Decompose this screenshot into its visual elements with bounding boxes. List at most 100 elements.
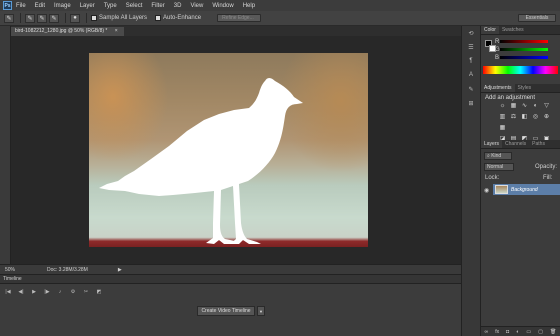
add-to-selection-icon[interactable]: ✎ <box>37 13 47 23</box>
type-icon[interactable]: ¶ <box>465 58 477 68</box>
levels-icon[interactable]: ▦ <box>510 103 517 110</box>
menu-select[interactable]: Select <box>126 3 143 9</box>
black-white-icon[interactable]: ◧ <box>521 114 528 121</box>
tools-panel <box>0 26 11 274</box>
properties-icon[interactable]: ☰ <box>465 44 477 54</box>
first-frame-icon[interactable]: |◀ <box>3 288 13 296</box>
tab-adjustments[interactable]: Adjustments <box>481 84 515 92</box>
document-tab[interactable]: bird-1082212_1280.jpg @ 50% (RGB/8) * × <box>11 27 124 36</box>
menu-layer[interactable]: Layer <box>80 3 95 9</box>
layer-row-background[interactable]: Background <box>493 184 560 195</box>
right-panels: Color Swatches R G B Adjustments Styles … <box>481 26 560 336</box>
menu-image[interactable]: Image <box>54 3 71 9</box>
settings-icon[interactable]: ⚙ <box>68 288 78 296</box>
sample-all-layers-label: Sample All Layers <box>99 15 148 21</box>
brush-size-icon[interactable]: ● <box>70 13 80 23</box>
audio-icon[interactable]: ♪ <box>55 288 65 296</box>
opacity-label: Opacity: <box>535 164 558 170</box>
trash-icon[interactable]: 🗑 <box>550 329 556 335</box>
sample-all-layers-checkbox[interactable] <box>91 15 97 21</box>
exposure-icon[interactable]: ◐ <box>532 103 539 110</box>
document-tab-bar: bird-1082212_1280.jpg @ 50% (RGB/8) * × <box>11 26 461 36</box>
menu-view[interactable]: View <box>190 3 203 9</box>
photo-filter-icon[interactable]: ◎ <box>532 114 539 121</box>
layer-name: Background <box>511 186 538 193</box>
tab-paths[interactable]: Paths <box>529 140 548 148</box>
color-panel-tabs: Color Swatches <box>481 26 560 35</box>
tab-layers[interactable]: Layers <box>481 140 503 148</box>
split-icon[interactable]: ✂ <box>81 288 91 296</box>
new-selection-icon[interactable]: ✎ <box>25 13 35 23</box>
layers-footer: ∞ fx ◘ ◐ ▭ ▢ 🗑 <box>481 326 560 336</box>
panel-dock: ⟲ ☰ ¶ A ✎ ⊞ <box>461 26 481 336</box>
vibrance-icon[interactable]: ▽ <box>543 103 550 110</box>
paragraph-icon[interactable]: A <box>465 72 477 82</box>
divider <box>20 13 21 23</box>
previous-frame-icon[interactable]: ◀| <box>16 288 26 296</box>
kind-filter-label: Kind <box>491 153 502 159</box>
blend-mode-label: Normal <box>487 164 504 170</box>
green-slider[interactable] <box>500 48 548 51</box>
menu-filter[interactable]: Filter <box>151 3 164 9</box>
refine-edge-button[interactable]: Refine Edge... <box>217 14 262 22</box>
new-layer-icon[interactable]: ▢ <box>538 329 543 335</box>
options-bar: ✎ ✎ ✎ ✎ ● Sample All Layers Auto-Enhance… <box>0 11 560 26</box>
subtract-from-selection-icon[interactable]: ✎ <box>49 13 59 23</box>
auto-enhance-checkbox[interactable] <box>155 15 162 21</box>
adjustment-layer-icon[interactable]: ◐ <box>516 329 519 335</box>
menu-3d[interactable]: 3D <box>174 3 182 9</box>
lock-label: Lock: <box>485 175 500 181</box>
brush-icon[interactable]: ✎ <box>465 86 477 96</box>
close-icon[interactable]: × <box>115 28 118 34</box>
curves-icon[interactable]: ∿ <box>521 103 528 110</box>
timeline-title: Timeline <box>3 276 22 282</box>
menu-window[interactable]: Window <box>212 3 233 9</box>
create-video-timeline-button[interactable]: Create Video Timeline <box>197 306 255 316</box>
layer-thumbnail <box>495 185 508 194</box>
color-spectrum[interactable] <box>483 66 558 74</box>
brightness-icon[interactable]: ☼ <box>499 103 506 110</box>
history-icon[interactable]: ⟲ <box>465 30 477 40</box>
menu-file[interactable]: File <box>16 3 26 9</box>
channel-mixer-icon[interactable]: ⊕ <box>543 114 550 121</box>
next-frame-icon[interactable]: |▶ <box>42 288 52 296</box>
folder-icon[interactable]: ▭ <box>526 329 531 335</box>
status-menu-arrow-icon[interactable]: ▶ <box>118 267 122 273</box>
divider <box>65 13 66 23</box>
quick-selection-tool-icon[interactable]: ✎ <box>4 13 14 23</box>
color-balance-icon[interactable]: ⚖ <box>510 114 517 121</box>
document-info: Doc: 3.28M/3.28M <box>47 266 88 273</box>
menu-help[interactable]: Help <box>243 3 255 9</box>
chevron-down-icon[interactable]: ▼ <box>257 306 265 316</box>
blend-mode-dropdown[interactable]: Normal <box>484 163 514 171</box>
timeline-panel: Timeline |◀ ◀| ▶ |▶ ♪ ⚙ ✂ ◩ <box>0 274 461 336</box>
zoom-level[interactable]: 50% <box>5 267 33 273</box>
blue-slider[interactable] <box>500 56 548 59</box>
search-icon: ⌕ <box>487 153 490 159</box>
red-slider[interactable] <box>500 40 548 43</box>
color-lookup-icon[interactable]: ▦ <box>499 125 506 132</box>
workspace-switcher[interactable]: Essentials <box>518 14 556 22</box>
menu-edit[interactable]: Edit <box>35 3 45 9</box>
kind-filter-dropdown[interactable]: ⌕ Kind <box>484 152 512 160</box>
fx-icon[interactable]: fx <box>495 329 499 335</box>
tab-styles[interactable]: Styles <box>515 84 535 92</box>
eye-icon[interactable]: ◉ <box>484 187 489 194</box>
channel-b-label: B <box>495 55 500 61</box>
transition-icon[interactable]: ◩ <box>94 288 104 296</box>
link-icon[interactable]: ∞ <box>485 329 489 335</box>
document-tab-title: bird-1082212_1280.jpg @ 50% (RGB/8) * <box>15 28 108 34</box>
app-logo: Ps <box>3 1 12 10</box>
clone-source-icon[interactable]: ⊞ <box>465 100 477 110</box>
document-image[interactable] <box>89 53 368 247</box>
tab-color[interactable]: Color <box>481 26 499 34</box>
layers-panel-tabs: Layers Channels Paths <box>481 140 560 149</box>
mask-icon[interactable]: ◘ <box>506 329 509 335</box>
tab-swatches[interactable]: Swatches <box>499 26 527 34</box>
adjustments-panel-tabs: Adjustments Styles <box>481 84 560 93</box>
tab-channels[interactable]: Channels <box>502 140 529 148</box>
menu-type[interactable]: Type <box>104 3 117 9</box>
divider <box>86 13 87 23</box>
play-icon[interactable]: ▶ <box>29 288 39 296</box>
hue-saturation-icon[interactable]: ▥ <box>499 114 506 121</box>
